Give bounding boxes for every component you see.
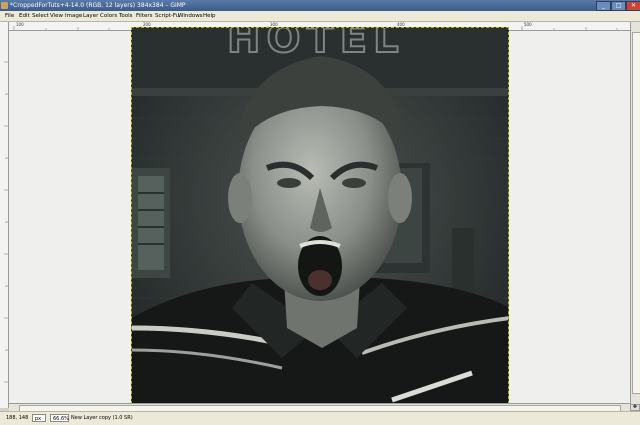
close-button[interactable]: ✕ (626, 1, 640, 11)
menu-filters[interactable]: Filters (136, 11, 153, 21)
menu-script-fu[interactable]: Script-Fu (155, 11, 179, 21)
vertical-ruler[interactable] (0, 22, 9, 408)
menu-select[interactable]: Select (32, 11, 49, 21)
menu-bar: File Edit Select View Image Layer Colors… (0, 11, 640, 22)
unit-selector[interactable]: px (32, 414, 46, 422)
zoom-selector[interactable]: 66.6% (50, 414, 69, 422)
menu-file[interactable]: File (5, 11, 14, 21)
window-title: *CroppedForTuts+4-14.0 (RGB, 12 layers) … (10, 2, 186, 9)
menu-view[interactable]: View (50, 11, 63, 21)
vertical-scroll-thumb[interactable] (632, 32, 640, 394)
image-canvas[interactable]: HOTEL (131, 27, 509, 404)
menu-windows[interactable]: Windows (178, 11, 203, 21)
ruler-ticks (4, 61, 8, 383)
maximize-button[interactable]: □ (611, 1, 626, 11)
active-layer-info: New Layer copy (1.0 SR) (71, 415, 133, 421)
photo-of-shouting-man: HOTEL (132, 28, 508, 403)
menu-edit[interactable]: Edit (19, 11, 30, 21)
menu-image[interactable]: Image (65, 11, 82, 21)
gimp-app-icon (1, 2, 8, 9)
menu-tools[interactable]: Tools (119, 11, 133, 21)
status-bar: 188, 148 px 66.6% New Layer copy (1.0 SR… (0, 411, 640, 425)
minimize-button[interactable]: _ (596, 1, 611, 11)
title-bar: *CroppedForTuts+4-14.0 (RGB, 12 layers) … (0, 0, 640, 11)
pointer-coordinates: 188, 148 (6, 415, 29, 421)
menu-colors[interactable]: Colors (100, 11, 117, 21)
navigate-icon[interactable]: ✥ (630, 404, 640, 411)
hotel-sign-text: HOTEL (227, 28, 405, 62)
vertical-scrollbar[interactable] (630, 22, 640, 404)
menu-help[interactable]: Help (203, 11, 216, 21)
menu-layer[interactable]: Layer (83, 11, 98, 21)
